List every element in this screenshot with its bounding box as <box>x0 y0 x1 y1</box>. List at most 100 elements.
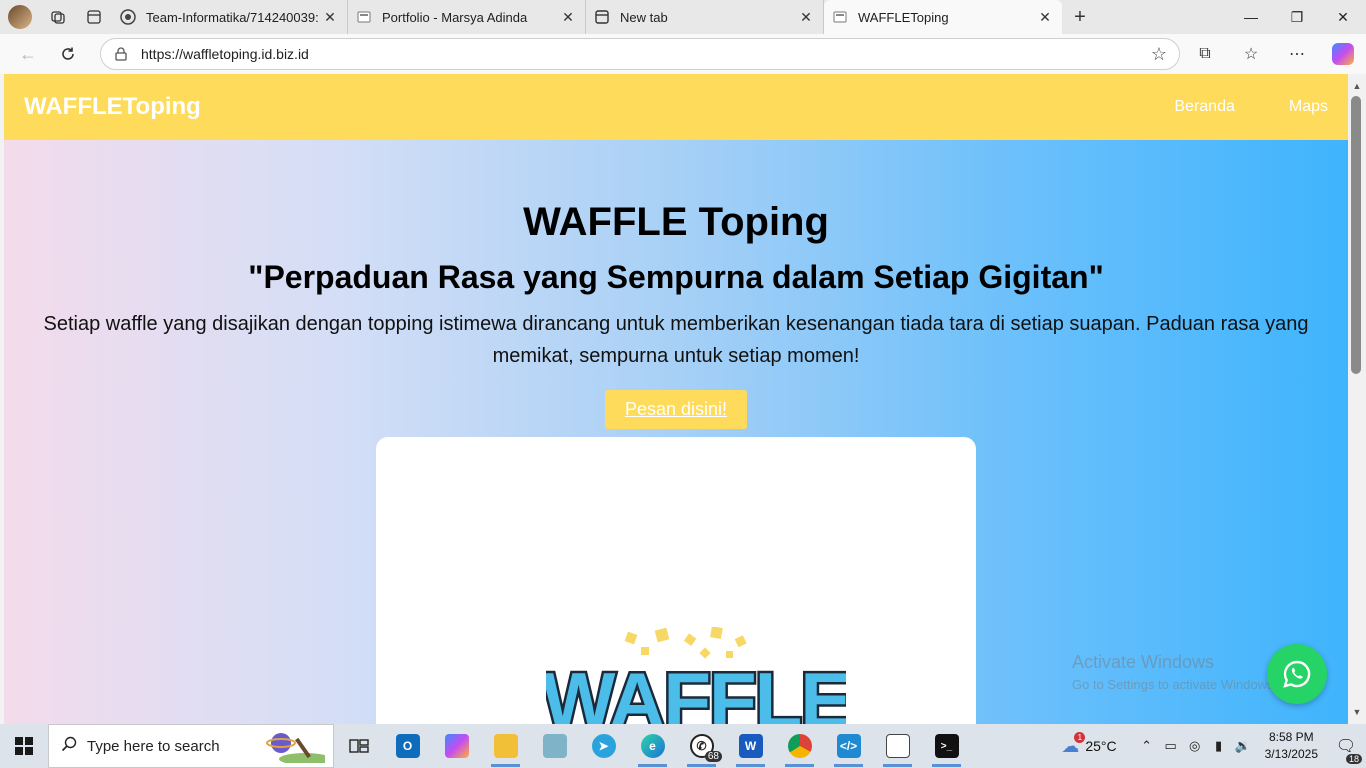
watermark-subtitle: Go to Settings to activate Windows. <box>1072 677 1278 692</box>
hero-section: WAFFLE Toping "Perpaduan Rasa yang Sempu… <box>4 200 1348 429</box>
order-button[interactable]: Pesan disini! <box>604 390 748 429</box>
favorite-star-icon[interactable]: ☆ <box>1139 44 1179 65</box>
profile-avatar[interactable] <box>8 5 32 29</box>
activate-windows-watermark: Activate Windows Go to Settings to activ… <box>1072 652 1277 692</box>
github-icon <box>120 9 136 25</box>
lock-icon[interactable] <box>101 47 141 61</box>
browser-toolbar: ← https://waffletoping.id.biz.id ☆ ⧉ ☆ ⋯ <box>0 34 1366 74</box>
file-explorer-icon <box>493 734 518 758</box>
taskbar-sheet-app[interactable] <box>873 724 922 768</box>
logo-card: WAFFLE <box>376 437 976 724</box>
back-icon[interactable]: ← <box>8 34 48 74</box>
waffle-logo-text: WAFFLE <box>546 656 846 724</box>
whatsapp-icon <box>1283 660 1311 688</box>
chevron-up-icon[interactable]: ⌃ <box>1135 738 1159 754</box>
taskbar-clock[interactable]: 8:58 PM 3/13/2025 <box>1265 729 1318 763</box>
address-bar[interactable]: https://waffletoping.id.biz.id ☆ <box>100 38 1180 70</box>
clock-time: 8:58 PM <box>1268 730 1314 744</box>
copilot-button[interactable] <box>1320 34 1366 74</box>
terminal-icon: >_ <box>934 734 959 758</box>
windows-logo-icon <box>15 737 33 755</box>
site-nav-links: Beranda Maps <box>1120 98 1328 116</box>
network-icon[interactable]: ◎ <box>1183 738 1207 754</box>
taskbar-word[interactable]: W <box>726 724 775 768</box>
taskbar-whatsapp[interactable]: ✆ 68 <box>677 724 726 768</box>
close-icon[interactable]: ✕ <box>559 9 577 26</box>
copilot-icon <box>444 734 469 758</box>
sheet-icon <box>885 734 910 758</box>
word-icon: W <box>738 734 763 758</box>
tab-portfolio[interactable]: Portfolio - Marsya Adinda ✕ <box>348 0 586 34</box>
tab-title: Portfolio - Marsya Adinda <box>382 9 528 25</box>
taskbar-chrome[interactable] <box>775 724 824 768</box>
tab-title: WAFFLEToping <box>858 9 949 25</box>
watermark-title: Activate Windows <box>1072 652 1215 672</box>
hero-description: Setiap waffle yang disajikan dengan topp… <box>43 313 1309 367</box>
vscode-icon: </> <box>836 734 861 758</box>
volume-icon[interactable]: 🔉 <box>1231 738 1255 754</box>
close-icon[interactable]: ✕ <box>797 9 815 26</box>
favorites-icon[interactable]: ☆ <box>1228 34 1274 74</box>
window-controls: — ❐ ✕ <box>1228 0 1366 34</box>
windows-taskbar: Type here to search O ➤ e ✆ 68 W </> >_ … <box>0 724 1366 768</box>
search-highlight-icon <box>266 733 325 763</box>
taskbar-vscode[interactable]: </> <box>824 724 873 768</box>
close-icon[interactable]: ✕ <box>1036 9 1054 26</box>
notification-center-button[interactable]: 🗨 18 <box>1326 736 1366 764</box>
clock-date: 3/13/2025 <box>1264 747 1318 761</box>
page-icon <box>832 9 848 25</box>
taskbar-outlook[interactable]: O <box>383 724 432 768</box>
vertical-tabs-icon[interactable] <box>76 0 112 34</box>
nav-link-beranda[interactable]: Beranda <box>1174 98 1235 116</box>
search-icon <box>61 736 77 757</box>
task-view-button[interactable] <box>334 724 383 768</box>
minimize-icon[interactable]: — <box>1228 0 1274 34</box>
task-view-icon <box>348 739 369 753</box>
start-button[interactable] <box>0 724 48 768</box>
telegram-icon: ➤ <box>591 734 616 758</box>
close-window-icon[interactable]: ✕ <box>1320 0 1366 34</box>
taskbar-notepad[interactable] <box>530 724 579 768</box>
extensions-icon[interactable]: ⧉ <box>1182 34 1228 74</box>
more-menu-icon[interactable]: ⋯ <box>1274 34 1320 74</box>
newtab-icon <box>594 9 610 25</box>
battery-icon[interactable]: ▮ <box>1207 738 1231 754</box>
weather-alert-badge: 1 <box>1074 731 1086 743</box>
close-icon[interactable]: ✕ <box>321 9 339 26</box>
tab-waffletoping[interactable]: WAFFLEToping ✕ <box>824 0 1062 34</box>
taskbar-telegram[interactable]: ➤ <box>579 724 628 768</box>
site-brand[interactable]: WAFFLEToping <box>24 93 201 121</box>
browser-tab-strip: Team-Informatika/714240039: Ma ✕ Portfol… <box>0 0 1366 34</box>
url-text[interactable]: https://waffletoping.id.biz.id <box>141 46 1139 62</box>
scroll-up-arrow-icon[interactable]: ▲ <box>1348 78 1366 94</box>
taskbar-edge[interactable]: e <box>628 724 677 768</box>
scroll-down-arrow-icon[interactable]: ▼ <box>1348 704 1366 720</box>
new-tab-button[interactable]: + <box>1062 0 1098 34</box>
taskbar-copilot[interactable] <box>432 724 481 768</box>
whatsapp-float-button[interactable] <box>1267 644 1327 704</box>
restore-icon[interactable]: ❐ <box>1274 0 1320 34</box>
weather-temperature: 25°C <box>1085 738 1117 754</box>
notification-count-badge: 18 <box>1345 754 1362 764</box>
tab-github[interactable]: Team-Informatika/714240039: Ma ✕ <box>112 0 348 34</box>
taskbar-search-box[interactable]: Type here to search <box>48 724 334 768</box>
toolbar-right: ⧉ ☆ ⋯ <box>1182 34 1366 74</box>
taskbar-terminal[interactable]: >_ <box>922 724 971 768</box>
tab-title: Team-Informatika/714240039: Ma <box>146 9 321 25</box>
nav-link-maps[interactable]: Maps <box>1289 98 1328 116</box>
whatsapp-unread-badge: 68 <box>704 751 722 762</box>
page-scrollbar[interactable]: ▲ ▼ <box>1348 74 1366 724</box>
workspaces-icon[interactable] <box>40 0 76 34</box>
tab-title: New tab <box>620 9 668 25</box>
refresh-icon[interactable] <box>48 34 88 74</box>
weather-widget[interactable]: ☁ 1 25°C <box>1061 731 1117 757</box>
taskbar-file-explorer[interactable] <box>481 724 530 768</box>
waffle-logo-image: WAFFLE <box>546 627 846 724</box>
hero-title: WAFFLE Toping <box>523 200 829 244</box>
edge-icon: e <box>640 734 665 758</box>
site-navbar: WAFFLEToping Beranda Maps <box>4 74 1348 140</box>
scrollbar-thumb[interactable] <box>1351 96 1361 374</box>
meet-now-icon[interactable]: ▭ <box>1159 738 1183 754</box>
tab-newtab[interactable]: New tab ✕ <box>586 0 824 34</box>
system-tray: ☁ 1 25°C ⌃ ▭ ◎ ▮ 🔉 8:58 PM 3/13/2025 🗨 18 <box>1061 724 1366 768</box>
